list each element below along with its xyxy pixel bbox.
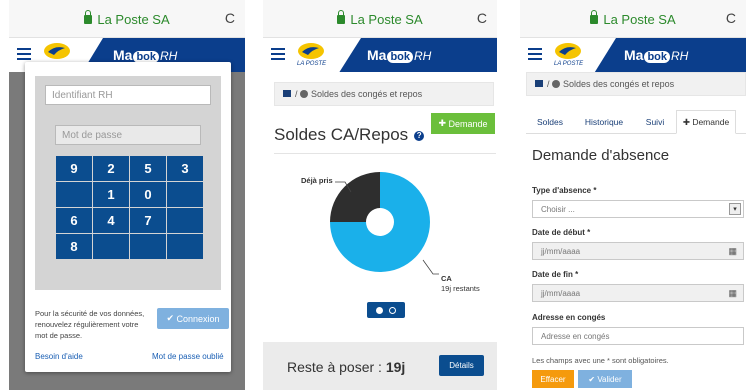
pager-dot-active[interactable] bbox=[376, 307, 383, 314]
rh-id-input[interactable]: Identifiant RH bbox=[45, 85, 211, 105]
virtual-keypad: 9253 10 647 8 bbox=[56, 156, 203, 259]
reload-icon[interactable]: C bbox=[225, 10, 235, 26]
tab-soldes[interactable]: Soldes bbox=[530, 110, 570, 134]
start-date-label: Date de début * bbox=[532, 228, 591, 237]
calendar-icon[interactable]: ▦ bbox=[728, 288, 737, 299]
keypad-key[interactable]: 3 bbox=[167, 156, 203, 181]
details-button[interactable]: Détails bbox=[439, 355, 484, 376]
breadcrumb: / Soldes des congés et repos bbox=[526, 72, 746, 96]
home-icon[interactable] bbox=[283, 90, 291, 97]
address-input[interactable]: Adresse en congés bbox=[532, 327, 744, 345]
page-title: Soldes CA/Repos? bbox=[274, 125, 425, 145]
tab-historique[interactable]: Historique bbox=[576, 110, 632, 134]
start-date-input[interactable]: jj/mm/aaaa ▦ bbox=[532, 242, 744, 260]
reload-icon[interactable]: C bbox=[726, 10, 736, 26]
globe-icon bbox=[552, 80, 561, 88]
absence-type-select[interactable]: Choisir ... ▾ bbox=[532, 200, 744, 218]
keypad-key[interactable]: 9 bbox=[56, 156, 92, 181]
remaining-text: Reste à poser : 19j bbox=[287, 359, 406, 375]
calendar-icon[interactable]: ▦ bbox=[728, 246, 737, 257]
url-display[interactable]: La Poste SA bbox=[263, 10, 497, 27]
lock-icon bbox=[337, 10, 346, 24]
security-note: Pour la sécurité de vos données, renouve… bbox=[35, 309, 145, 340]
end-date-label: Date de fin * bbox=[532, 270, 579, 279]
address-label: Adresse en congés bbox=[532, 313, 606, 322]
breadcrumb: / Soldes des congés et repos bbox=[274, 82, 494, 106]
password-input[interactable]: Mot de passe bbox=[55, 125, 201, 145]
divider bbox=[274, 153, 496, 154]
url-display[interactable]: La Poste SA bbox=[9, 10, 245, 27]
keypad-key[interactable]: 2 bbox=[93, 156, 129, 181]
tab-bar: Soldes Historique Suivi ✚ Demande bbox=[526, 110, 746, 134]
app-header: LA POSTE Ma bok RH bbox=[263, 38, 497, 72]
required-fields-note: Les champs avec une * sont obligatoires. bbox=[532, 356, 669, 365]
help-link[interactable]: Besoin d'aide bbox=[35, 352, 83, 361]
connect-button[interactable]: ✔ Connexion bbox=[157, 308, 229, 329]
logo-caption: LA POSTE bbox=[297, 61, 327, 67]
pie-label-ca: CA bbox=[441, 274, 452, 283]
submit-button[interactable]: ✔ Valider bbox=[578, 370, 632, 388]
login-modal: Identifiant RH Mot de passe 9253 10 647 8 P… bbox=[25, 62, 231, 372]
url-text: La Poste SA bbox=[350, 12, 423, 27]
end-date-input[interactable]: jj/mm/aaaa ▦ bbox=[532, 284, 744, 302]
pie-label-ca-remaining: 19j restants bbox=[441, 284, 480, 293]
brand-title: Ma bok RH bbox=[113, 47, 178, 63]
lock-icon bbox=[590, 10, 599, 24]
forgot-password-link[interactable]: Mot de passe oublié bbox=[152, 352, 224, 361]
login-screen: La Poste SA C Ma bok RH Identifiant RH Mot… bbox=[9, 0, 245, 390]
clear-button[interactable]: Effacer bbox=[532, 370, 574, 388]
globe-icon bbox=[300, 90, 309, 98]
app-header: LA POSTE Ma bok RH bbox=[520, 38, 746, 72]
reload-icon[interactable]: C bbox=[477, 10, 487, 26]
keypad-key[interactable]: 1 bbox=[93, 182, 129, 207]
menu-icon[interactable] bbox=[17, 48, 31, 60]
keypad-key[interactable]: 5 bbox=[130, 156, 166, 181]
breadcrumb-current[interactable]: Soldes des congés et repos bbox=[563, 79, 674, 89]
pie-slice-taken bbox=[330, 172, 380, 222]
menu-icon[interactable] bbox=[528, 48, 542, 60]
browser-bar: La Poste SA C bbox=[263, 0, 497, 38]
tab-suivi[interactable]: Suivi bbox=[638, 110, 672, 134]
help-icon[interactable]: ? bbox=[414, 130, 425, 141]
pie-label-taken: Déjà pris bbox=[301, 176, 333, 185]
page-title: Demande d'absence bbox=[532, 147, 670, 164]
keypad-key[interactable]: 0 bbox=[130, 182, 166, 207]
remaining-bar: Reste à poser : 19j Détails bbox=[263, 342, 497, 390]
keypad-key[interactable]: 7 bbox=[130, 208, 166, 233]
url-text: La Poste SA bbox=[603, 12, 676, 27]
pager-dot[interactable] bbox=[389, 307, 396, 314]
breadcrumb-current[interactable]: Soldes des congés et repos bbox=[311, 89, 422, 99]
chevron-down-icon: ▾ bbox=[729, 203, 741, 215]
request-screen: La Poste SA C LA POSTE Ma bok RH / Soldes … bbox=[520, 0, 746, 390]
absence-type-label: Type d'absence * bbox=[532, 186, 597, 195]
url-text: La Poste SA bbox=[97, 12, 170, 27]
keypad-blank-key[interactable] bbox=[56, 182, 92, 207]
browser-bar: La Poste SA C bbox=[9, 0, 245, 38]
menu-icon[interactable] bbox=[271, 48, 285, 60]
keypad-blank-key[interactable] bbox=[130, 234, 166, 259]
keypad-key[interactable]: 4 bbox=[93, 208, 129, 233]
chart-pager[interactable] bbox=[367, 302, 405, 318]
keypad-key[interactable]: 8 bbox=[56, 234, 92, 259]
keypad-blank-key[interactable] bbox=[167, 182, 203, 207]
home-icon[interactable] bbox=[535, 80, 543, 87]
keypad-blank-key[interactable] bbox=[167, 208, 203, 233]
la-poste-logo-icon bbox=[298, 43, 324, 59]
la-poste-logo-icon bbox=[44, 43, 70, 59]
balances-screen: La Poste SA C LA POSTE Ma bok RH / Soldes … bbox=[263, 0, 497, 390]
la-poste-logo-icon bbox=[555, 43, 581, 59]
pie-leader-line-ca bbox=[422, 259, 439, 275]
logo-caption: LA POSTE bbox=[554, 61, 584, 67]
url-display[interactable]: La Poste SA bbox=[520, 10, 746, 27]
keypad-blank-key[interactable] bbox=[93, 234, 129, 259]
tab-demande[interactable]: ✚ Demande bbox=[676, 110, 736, 134]
brand-title: Ma bok RH bbox=[367, 47, 432, 63]
brand-title: Ma bok RH bbox=[624, 47, 689, 63]
new-request-button[interactable]: ✚ Demande bbox=[431, 113, 495, 134]
keypad-blank-key[interactable] bbox=[167, 234, 203, 259]
keypad-key[interactable]: 6 bbox=[56, 208, 92, 233]
browser-bar: La Poste SA C bbox=[520, 0, 746, 38]
lock-icon bbox=[84, 10, 93, 24]
